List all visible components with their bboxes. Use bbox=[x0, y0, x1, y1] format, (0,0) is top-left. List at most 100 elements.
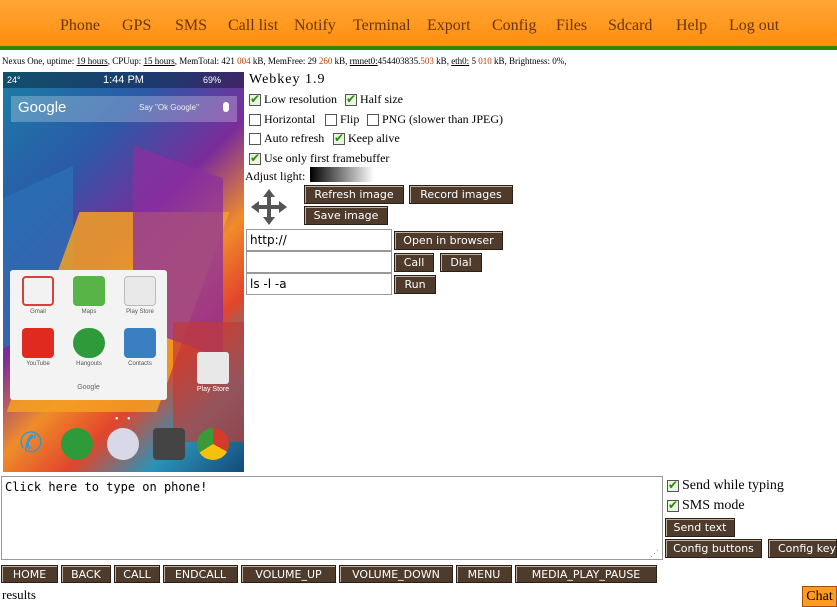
checkbox-checked[interactable] bbox=[345, 92, 357, 106]
phone-type-textarea[interactable]: Click here to type on phone! bbox=[1, 476, 663, 560]
key-endcall-button[interactable]: ENDCALL bbox=[163, 565, 238, 583]
send-text-button[interactable]: Send text bbox=[665, 518, 735, 537]
nav-phone[interactable]: Phone bbox=[60, 17, 100, 35]
phone-screen[interactable]: 24° 1:44 PM 69% Google Say "Ok Google" G… bbox=[3, 72, 244, 472]
key-back-button[interactable]: BACK bbox=[61, 565, 111, 583]
uptime-label: uptime: bbox=[46, 56, 75, 66]
memtotal-unit: kB bbox=[252, 56, 264, 66]
nav-sdcard[interactable]: Sdcard bbox=[608, 17, 652, 35]
key-call-button[interactable]: CALL bbox=[114, 565, 160, 583]
phone-number-input[interactable] bbox=[246, 251, 392, 273]
open-in-browser-button[interactable]: Open in browser bbox=[394, 231, 503, 250]
config-buttons-button[interactable]: Config buttons bbox=[665, 539, 762, 558]
sms-mode-checkbox[interactable]: SMS mode bbox=[667, 498, 745, 514]
desktop-play-store[interactable]: Play Store bbox=[191, 352, 235, 393]
png-checkbox[interactable]: PNG (slower than JPEG) bbox=[367, 112, 503, 127]
app-hangouts[interactable]: Hangouts bbox=[69, 328, 109, 367]
chrome-icon[interactable] bbox=[197, 428, 229, 460]
key-home-button[interactable]: HOME bbox=[1, 565, 58, 583]
app-play-store[interactable]: Play Store bbox=[120, 276, 160, 315]
checkbox-label: Send while typing bbox=[682, 478, 784, 493]
key-volume-up-button[interactable]: VOLUME_UP bbox=[241, 565, 336, 583]
checkbox-label: Use only first framebuffer bbox=[264, 151, 390, 165]
app-label: Hangouts bbox=[76, 361, 102, 367]
keep-alive-checkbox[interactable]: Keep alive bbox=[333, 131, 400, 146]
nav-terminal[interactable]: Terminal bbox=[353, 17, 411, 35]
nav-gps[interactable]: GPS bbox=[122, 17, 151, 35]
run-button[interactable]: Run bbox=[394, 275, 436, 294]
app-label: YouTube bbox=[26, 361, 50, 367]
checkbox-unchecked[interactable] bbox=[325, 113, 337, 126]
phone-battery: 69% bbox=[203, 75, 222, 85]
search-hint: Say "Ok Google" bbox=[139, 103, 199, 112]
checkbox-checked[interactable] bbox=[333, 131, 345, 145]
cpu-value: 15 hours bbox=[143, 56, 175, 66]
nav-call-list[interactable]: Call list bbox=[228, 17, 278, 35]
checkbox-checked[interactable] bbox=[667, 478, 679, 492]
send-while-typing-checkbox[interactable]: Send while typing bbox=[667, 478, 784, 494]
half-size-checkbox[interactable]: Half size bbox=[345, 92, 403, 107]
checkbox-label: SMS mode bbox=[682, 498, 745, 513]
save-image-button[interactable]: Save image bbox=[304, 206, 388, 225]
nav-sms[interactable]: SMS bbox=[175, 17, 207, 35]
hangouts-dock-icon[interactable] bbox=[61, 428, 93, 460]
auto-refresh-checkbox[interactable]: Auto refresh bbox=[249, 131, 324, 146]
camera-icon[interactable] bbox=[153, 428, 185, 460]
phone-dialer-icon[interactable]: ✆ bbox=[15, 428, 47, 460]
nav-config[interactable]: Config bbox=[492, 17, 536, 35]
app-gmail[interactable]: Gmail bbox=[18, 276, 58, 315]
key-menu-button[interactable]: MENU bbox=[456, 565, 512, 583]
nav-logout[interactable]: Log out bbox=[729, 17, 779, 35]
light-gradient-slider[interactable] bbox=[310, 167, 374, 182]
mic-icon[interactable] bbox=[223, 102, 229, 112]
checkbox-checked[interactable] bbox=[249, 92, 261, 106]
page-dots: • • bbox=[115, 414, 134, 425]
checkbox-unchecked[interactable] bbox=[367, 113, 379, 126]
checkbox-label: Keep alive bbox=[348, 131, 400, 145]
call-button[interactable]: Call bbox=[394, 253, 434, 272]
url-input[interactable]: http:// bbox=[246, 229, 392, 251]
low-resolution-checkbox[interactable]: Low resolution bbox=[249, 92, 337, 107]
youtube-icon bbox=[22, 328, 54, 358]
app-maps[interactable]: Maps bbox=[69, 276, 109, 315]
rmnet-tail: 503 bbox=[420, 56, 434, 66]
rmnet-label: rmnet0: bbox=[349, 56, 378, 66]
resize-handle-icon[interactable]: ⋰ bbox=[650, 548, 659, 559]
key-media-play-pause-button[interactable]: MEDIA_PLAY_PAUSE bbox=[515, 565, 657, 583]
app-youtube[interactable]: YouTube bbox=[18, 328, 58, 367]
nav-files[interactable]: Files bbox=[556, 17, 587, 35]
app-contacts[interactable]: Contacts bbox=[120, 328, 160, 367]
nav-help[interactable]: Help bbox=[676, 17, 707, 35]
google-search-bar[interactable]: Google Say "Ok Google" bbox=[11, 96, 237, 122]
eth-tail: 010 bbox=[478, 56, 492, 66]
checkbox-checked[interactable] bbox=[667, 498, 679, 512]
brightness: Brightness: 0% bbox=[508, 56, 565, 66]
hangouts-icon bbox=[73, 328, 105, 358]
cpu-label: CPUup: bbox=[112, 56, 142, 66]
key-volume-down-button[interactable]: VOLUME_DOWN bbox=[339, 565, 453, 583]
app-label: Play Store bbox=[126, 309, 154, 315]
config-keys-button[interactable]: Config keys bbox=[768, 539, 837, 558]
checkbox-checked[interactable] bbox=[249, 151, 261, 165]
maps-icon bbox=[73, 276, 105, 306]
nav-export[interactable]: Export bbox=[427, 17, 471, 35]
adjust-light-label: Adjust light: bbox=[245, 169, 306, 183]
horizontal-checkbox[interactable]: Horizontal bbox=[249, 112, 315, 127]
chat-button[interactable]: Chat bbox=[802, 586, 837, 607]
first-framebuffer-checkbox[interactable]: Use only first framebuffer bbox=[249, 151, 389, 166]
record-images-button[interactable]: Record images bbox=[409, 185, 513, 204]
command-input[interactable]: ls -l -a bbox=[246, 273, 392, 295]
nav-notify[interactable]: Notify bbox=[294, 17, 336, 35]
move-arrows-icon[interactable] bbox=[250, 188, 288, 226]
dial-button[interactable]: Dial bbox=[440, 253, 482, 272]
uptime-value: 19 hours bbox=[76, 56, 108, 66]
eth-label: eth0: bbox=[451, 56, 470, 66]
app-drawer-icon[interactable] bbox=[107, 428, 139, 460]
refresh-image-button[interactable]: Refresh image bbox=[304, 185, 404, 204]
checkbox-label: PNG (slower than JPEG) bbox=[382, 112, 503, 126]
app-label: Gmail bbox=[30, 309, 46, 315]
folder-name: Google bbox=[77, 384, 100, 391]
flip-checkbox[interactable]: Flip bbox=[325, 112, 359, 127]
checkbox-unchecked[interactable] bbox=[249, 113, 261, 126]
checkbox-unchecked[interactable] bbox=[249, 132, 261, 145]
